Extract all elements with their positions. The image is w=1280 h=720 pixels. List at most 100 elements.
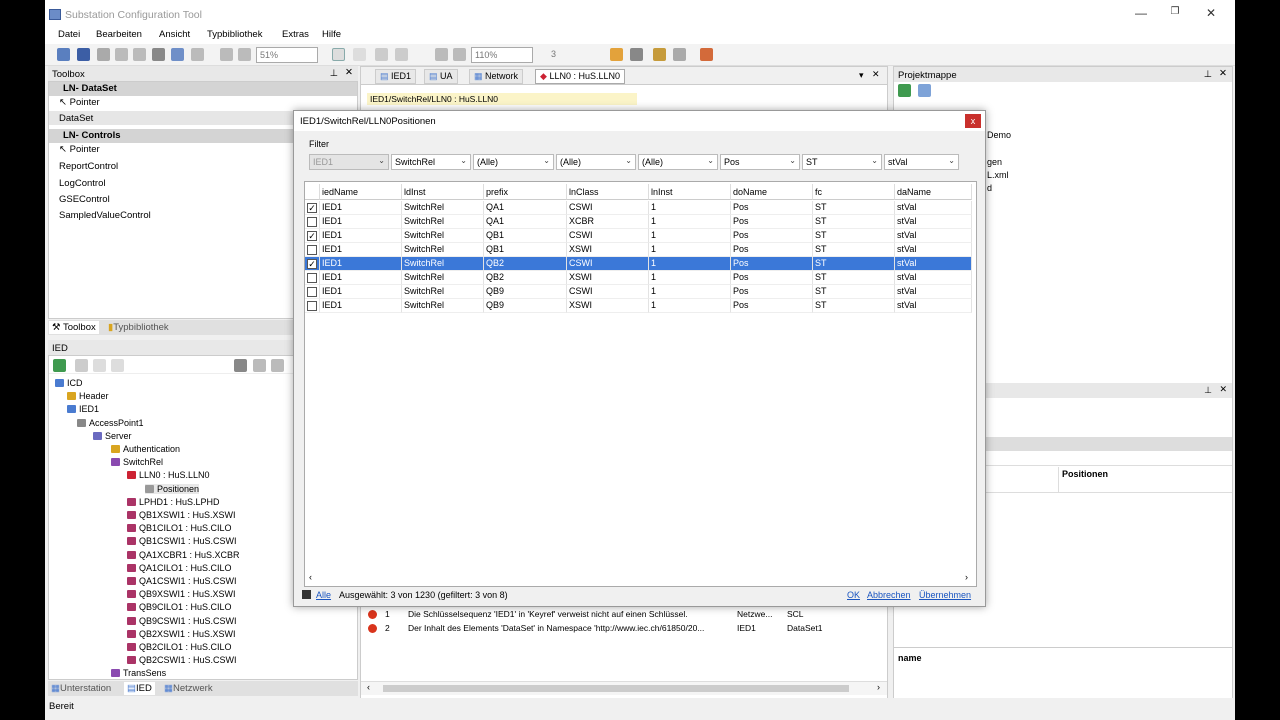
table-row[interactable]: IED1 SwitchRel QB2 XSWI 1 Pos ST stVal <box>305 271 976 285</box>
tree-node[interactable]: SwitchRel <box>111 457 163 467</box>
table-row[interactable]: IED1 SwitchRel QB1 XSWI 1 Pos ST stVal <box>305 243 976 257</box>
menu-extras[interactable]: Extras <box>282 29 309 40</box>
pin-icon[interactable]: ⊥ <box>1204 69 1212 80</box>
redo-icon[interactable] <box>191 48 204 61</box>
cancel-button[interactable]: Abbrechen <box>867 590 911 600</box>
toolbox-sampledvaluecontrol[interactable]: SampledValueControl <box>59 210 151 221</box>
tree-node[interactable]: QB2CILO1 : HuS.CILO <box>127 642 232 652</box>
apply-button[interactable]: Übernehmen <box>919 590 971 600</box>
open-icon[interactable] <box>57 48 70 61</box>
tab-netzwerk[interactable]: ▦Netzwerk <box>164 683 213 694</box>
row-checkbox[interactable] <box>307 217 317 227</box>
properties-icon[interactable] <box>918 84 931 97</box>
menu-bearbeiten[interactable]: Bearbeiten <box>96 29 142 40</box>
toolbox-group-dataset[interactable]: LN- DataSet <box>49 82 357 96</box>
tree-node[interactable]: QB1XSWI1 : HuS.XSWI <box>127 510 236 520</box>
tab-lln0[interactable]: ◆ LLN0 : HuS.LLN0 <box>535 69 625 84</box>
tab-list-dropdown[interactable]: ▾ <box>859 70 864 81</box>
close-icon[interactable]: ✕ <box>1219 384 1227 395</box>
dialog-close-button[interactable]: x <box>965 114 981 128</box>
tree-node[interactable]: QB9CILO1 : HuS.CILO <box>127 602 232 612</box>
close-icon[interactable]: ✕ <box>1219 68 1227 79</box>
collapse-icon[interactable] <box>271 359 284 372</box>
filter-select[interactable]: stVal ⌄ <box>884 154 959 170</box>
tree-node[interactable]: Authentication <box>111 444 180 454</box>
tree-node[interactable]: AccessPoint1 <box>77 418 144 428</box>
delete-icon[interactable] <box>152 48 165 61</box>
tree-node[interactable]: Positionen <box>145 483 200 494</box>
zoom2-select[interactable]: 110% <box>471 47 533 63</box>
tree-node[interactable]: QB2CSWI1 : HuS.CSWI <box>127 655 237 665</box>
row-checkbox[interactable] <box>307 287 317 297</box>
tree-node[interactable]: Server <box>93 431 132 441</box>
layout-icon[interactable] <box>395 48 408 61</box>
horizontal-scrollbar[interactable]: ‹ › <box>361 681 887 695</box>
tree-node[interactable]: QB2XSWI1 : HuS.XSWI <box>127 629 236 639</box>
column-header[interactable]: daName <box>895 184 972 200</box>
table-row[interactable]: IED1 SwitchRel QB9 CSWI 1 Pos ST stVal <box>305 285 976 299</box>
toolbox-reportcontrol[interactable]: ReportControl <box>59 161 118 172</box>
tab-network[interactable]: ▦ Network <box>469 69 524 84</box>
pin-icon[interactable]: ⊥ <box>330 68 338 79</box>
tree-node[interactable]: QB1CILO1 : HuS.CILO <box>127 523 232 533</box>
filter-select[interactable]: (Alle) ⌄ <box>473 154 554 170</box>
grid-icon[interactable] <box>332 48 345 61</box>
export-icon[interactable] <box>630 48 643 61</box>
tab-ied1[interactable]: ▤ IED1 <box>375 69 417 84</box>
select-all-icon[interactable] <box>302 590 311 599</box>
grid-scrollbar[interactable]: ‹ › <box>305 572 976 586</box>
tree-node[interactable]: TransSens <box>111 668 166 678</box>
pin-icon[interactable]: ⊥ <box>1204 385 1212 396</box>
table-row[interactable]: ✓ IED1 SwitchRel QA1 CSWI 1 Pos ST stVal <box>305 201 976 215</box>
tree-node[interactable]: QB9CSWI1 : HuS.CSWI <box>127 616 237 626</box>
refresh-icon[interactable] <box>53 359 66 372</box>
minimize-button[interactable]: — <box>1131 6 1151 20</box>
find-icon[interactable] <box>234 359 247 372</box>
filter-select[interactable]: Pos ⌄ <box>720 154 800 170</box>
project-item[interactable]: L.xml <box>987 170 1009 180</box>
undo-icon[interactable] <box>171 48 184 61</box>
tree-node[interactable]: QB9XSWI1 : HuS.XSWI <box>127 589 236 599</box>
filter-select[interactable]: ST ⌄ <box>802 154 882 170</box>
select-all-link[interactable]: Alle <box>316 590 331 600</box>
report-icon[interactable] <box>700 48 713 61</box>
build-icon[interactable] <box>610 48 623 61</box>
ok-button[interactable]: OK <box>847 590 860 600</box>
column-header[interactable]: doName <box>731 184 813 200</box>
tree-node[interactable]: QA1XCBR1 : HuS.XCBR <box>127 550 240 560</box>
filter-select[interactable]: IED1 ⌄ <box>309 154 389 170</box>
zoom-in-icon[interactable] <box>220 48 233 61</box>
row-checkbox[interactable]: ✓ <box>307 231 317 241</box>
menu-datei[interactable]: Datei <box>58 29 80 40</box>
menu-typbibliothek[interactable]: Typbibliothek <box>207 29 262 40</box>
tab-typbibliothek[interactable]: ▮Typbibliothek <box>108 322 169 333</box>
toolbox-logcontrol[interactable]: LogControl <box>59 178 105 189</box>
error-row[interactable]: 2 Der Inhalt des Elements 'DataSet' in N… <box>361 622 887 635</box>
tab-unterstation[interactable]: ▦Unterstation <box>51 683 111 694</box>
tree-node[interactable]: QA1CSWI1 : HuS.CSWI <box>127 576 237 586</box>
align-icon[interactable] <box>353 48 366 61</box>
project-item[interactable]: Demo <box>987 130 1011 140</box>
expand-icon[interactable] <box>253 359 266 372</box>
column-header[interactable]: fc <box>813 184 895 200</box>
row-checkbox[interactable] <box>307 245 317 255</box>
refresh-icon[interactable] <box>898 84 911 97</box>
zoom-out-icon[interactable] <box>238 48 251 61</box>
toolbox-pointer-1[interactable]: ↖ Pointer <box>59 97 100 108</box>
filter-select[interactable]: (Alle) ⌄ <box>638 154 718 170</box>
toolbox-pointer-2[interactable]: ↖ Pointer <box>59 144 100 155</box>
tab-ua[interactable]: ▤ UA <box>424 69 458 84</box>
close-icon[interactable]: ✕ <box>345 67 353 78</box>
page-icon[interactable] <box>435 48 448 61</box>
page2-icon[interactable] <box>453 48 466 61</box>
toolbox-gsecontrol[interactable]: GSEControl <box>59 194 110 205</box>
table-row[interactable]: IED1 SwitchRel QB9 XSWI 1 Pos ST stVal <box>305 299 976 313</box>
tree-node[interactable]: IED1 <box>67 404 99 414</box>
column-header[interactable]: lnClass <box>567 184 649 200</box>
menu-ansicht[interactable]: Ansicht <box>159 29 190 40</box>
project-item[interactable]: gen <box>987 157 1002 167</box>
save-icon[interactable] <box>77 48 90 61</box>
zoom-select[interactable]: 51% <box>256 47 318 63</box>
tree-node[interactable]: LPHD1 : HuS.LPHD <box>127 497 220 507</box>
paste-icon[interactable] <box>133 48 146 61</box>
